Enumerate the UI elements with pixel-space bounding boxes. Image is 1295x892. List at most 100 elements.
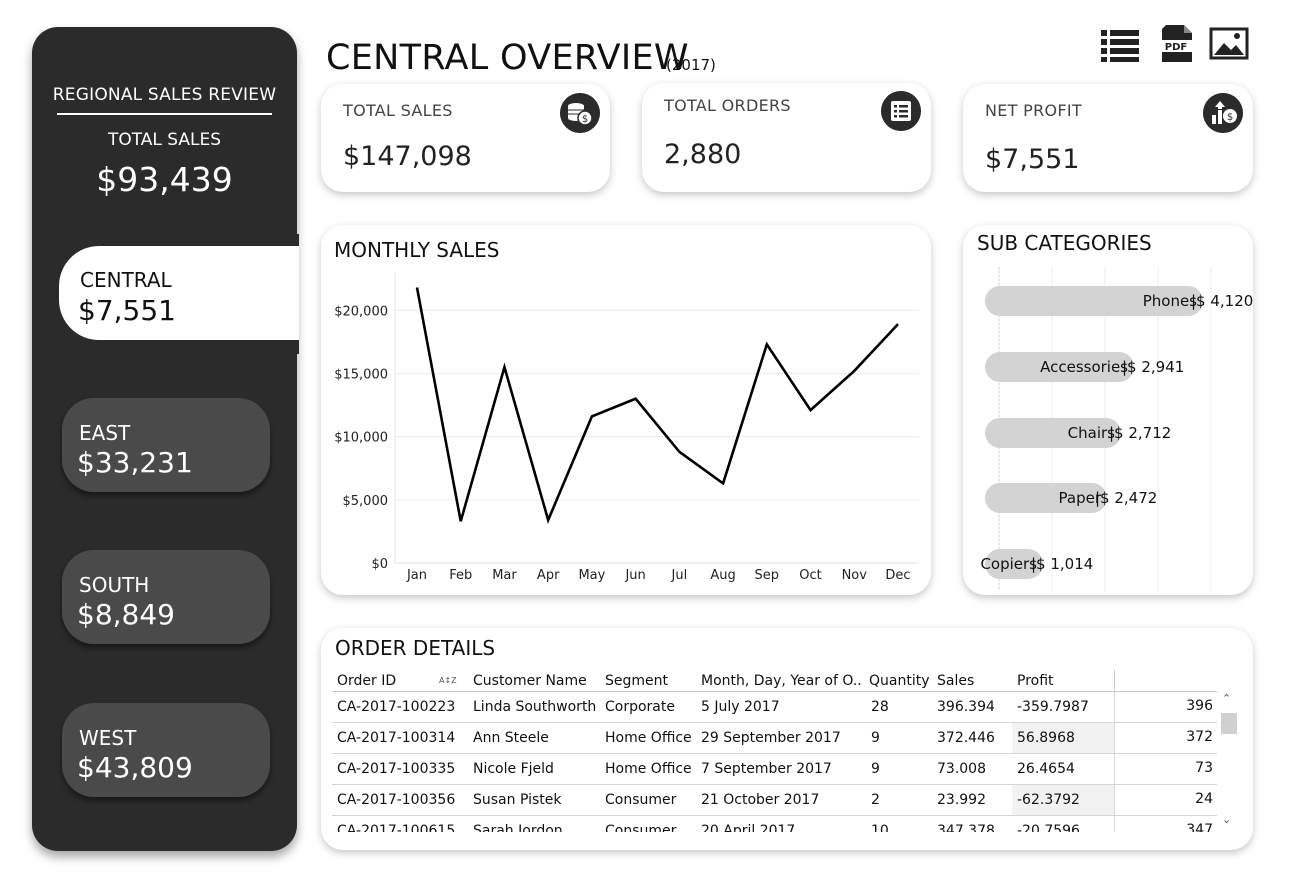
sidebar-title-underline <box>57 113 272 115</box>
sub-category-value: |$ 2,941 <box>1122 358 1185 376</box>
profit-chart-icon: $ <box>1203 93 1243 133</box>
kpi-label: NET PROFIT <box>985 101 1082 120</box>
scroll-up-icon[interactable]: ⌃ <box>1222 692 1231 705</box>
data-point[interactable] <box>500 363 508 371</box>
table-body: CA-2017-100223 Linda Southworth Corporate 5… <box>332 692 1217 832</box>
data-point[interactable] <box>763 340 771 348</box>
cell-quantity: 10 <box>871 823 889 832</box>
cell-quantity: 9 <box>871 761 880 777</box>
data-point[interactable] <box>413 284 421 292</box>
sub-category-row[interactable]: Phones |$ 4,120 <box>963 286 1253 316</box>
col-header-quantity[interactable]: Quantity <box>869 673 930 689</box>
kpi-card-total-orders: TOTAL ORDERS 2,880 <box>642 83 931 192</box>
kpi-value: $147,098 <box>343 141 472 172</box>
scroll-down-icon[interactable]: ⌄ <box>1222 813 1231 826</box>
data-point[interactable] <box>807 406 815 414</box>
col-header-sales[interactable]: Sales <box>937 673 974 689</box>
sub-category-row[interactable]: Paper |$ 2,472 <box>963 483 1253 513</box>
sub-category-row[interactable]: Accessories |$ 2,941 <box>963 352 1253 382</box>
cell-profit: 26.4654 <box>1017 761 1075 777</box>
data-point[interactable] <box>894 320 902 328</box>
cell-order-id: CA-2017-100356 <box>337 792 456 808</box>
column-divider <box>1114 692 1115 723</box>
region-tab-central[interactable]: CENTRAL $7,551 <box>59 246 299 340</box>
sort-icon[interactable]: A↕Z <box>439 676 457 685</box>
table-row[interactable]: CA-2017-100615 Sarah Jordon Consumer 20 Apr… <box>332 816 1217 832</box>
y-tick-label: $20,000 <box>334 304 388 319</box>
cell-sales: 396.394 <box>937 699 995 715</box>
monthly-sales-line[interactable] <box>415 287 899 524</box>
cell-quantity: 28 <box>871 699 889 715</box>
data-point[interactable] <box>544 516 552 524</box>
order-details-title: ORDER DETAILS <box>335 636 496 660</box>
kpi-card-net-profit: NET PROFIT $7,551 $ <box>963 84 1253 192</box>
page-year: (2017) <box>666 56 716 74</box>
page-title: CENTRAL OVERVIEW <box>326 38 689 78</box>
x-tick-label: Dec <box>885 568 910 583</box>
table-row[interactable]: CA-2017-100356 Susan Pistek Consumer 21 Oct… <box>332 785 1217 816</box>
cell-order-id: CA-2017-100223 <box>337 699 456 715</box>
column-divider <box>1114 723 1115 754</box>
active-tab-notch-bottom <box>285 340 299 354</box>
cell-sales-total: 396 <box>1186 698 1213 714</box>
cell-sales-total: 73 <box>1195 760 1213 776</box>
col-header-profit[interactable]: Profit <box>1017 673 1054 689</box>
sub-category-row[interactable]: Copiers |$ 1,014 <box>963 549 1253 579</box>
cell-sales-total: 24 <box>1195 791 1213 807</box>
region-name: CENTRAL <box>80 268 172 292</box>
sub-category-row[interactable]: Chairs |$ 2,712 <box>963 418 1253 448</box>
monthly-sales-panel: MONTHLY SALES $0 $5,000 $10,000 $15,000 $20,… <box>321 225 931 595</box>
table-scrollbar[interactable]: ⌃ ⌄ <box>1219 692 1238 832</box>
data-point[interactable] <box>632 395 640 403</box>
sub-category-label: Accessories <box>1040 358 1128 376</box>
cell-order-id: CA-2017-100314 <box>337 730 456 746</box>
sub-category-label: Chairs <box>1067 424 1115 442</box>
image-export-icon[interactable] <box>1209 24 1249 64</box>
column-divider <box>1114 785 1115 816</box>
table-row[interactable]: CA-2017-100314 Ann Steele Home Office 29 Se… <box>332 723 1217 754</box>
y-tick-label: $0 <box>371 557 388 572</box>
sub-category-label: Phones <box>1142 292 1197 310</box>
cell-quantity: 2 <box>871 792 880 808</box>
cell-sales-total: 347 <box>1186 822 1213 832</box>
region-tab-east[interactable]: EAST $33,231 <box>62 398 270 492</box>
svg-text:$: $ <box>1227 112 1233 123</box>
table-header: Order ID A↕Z Customer Name Segment Month… <box>332 670 1217 692</box>
cell-sales-total: 372 <box>1186 729 1213 745</box>
list-view-icon[interactable] <box>1100 24 1140 64</box>
kpi-card-total-sales: TOTAL SALES $147,098 $ <box>321 84 610 192</box>
col-header-order-date[interactable]: Month, Day, Year of O.. <box>701 673 862 689</box>
pdf-export-icon[interactable]: PDF <box>1158 24 1198 64</box>
cell-sales: 347.378 <box>937 823 995 832</box>
column-divider <box>1114 754 1115 785</box>
col-header-segment[interactable]: Segment <box>605 673 668 689</box>
scroll-thumb[interactable] <box>1221 713 1237 734</box>
x-tick-label: Jun <box>624 568 645 583</box>
data-point[interactable] <box>850 367 858 375</box>
table-row[interactable]: CA-2017-100335 Nicole Fjeld Home Office 7 S… <box>332 754 1217 785</box>
data-point[interactable] <box>719 479 727 487</box>
col-header-order-id[interactable]: Order ID <box>337 673 396 689</box>
cell-profit: 56.8968 <box>1017 730 1075 746</box>
data-point[interactable] <box>588 412 596 420</box>
cell-order-id: CA-2017-100335 <box>337 761 456 777</box>
cell-sales: 23.992 <box>937 792 986 808</box>
cell-segment: Corporate <box>605 699 675 715</box>
region-tab-west[interactable]: WEST $43,809 <box>62 703 270 797</box>
x-tick-label: Mar <box>492 568 517 583</box>
table-row[interactable]: CA-2017-100223 Linda Southworth Corporate 5… <box>332 692 1217 723</box>
y-tick-label: $10,000 <box>334 431 388 446</box>
x-tick-label: Jul <box>671 568 688 583</box>
region-tab-south[interactable]: SOUTH $8,849 <box>62 550 270 644</box>
cell-customer-name: Susan Pistek <box>473 792 562 808</box>
x-tick-label: Sep <box>755 568 780 583</box>
data-point[interactable] <box>675 448 683 456</box>
sub-category-label: Copiers <box>980 555 1037 573</box>
cell-customer-name: Sarah Jordon <box>473 823 563 832</box>
data-point[interactable] <box>457 517 465 525</box>
svg-text:PDF: PDF <box>1165 42 1187 53</box>
sub-categories-panel: SUB CATEGORIES Phones |$ 4,120 Accessories… <box>963 225 1253 595</box>
cell-profit: -62.3792 <box>1017 792 1080 808</box>
list-icon <box>881 91 921 131</box>
col-header-customer-name[interactable]: Customer Name <box>473 673 587 689</box>
